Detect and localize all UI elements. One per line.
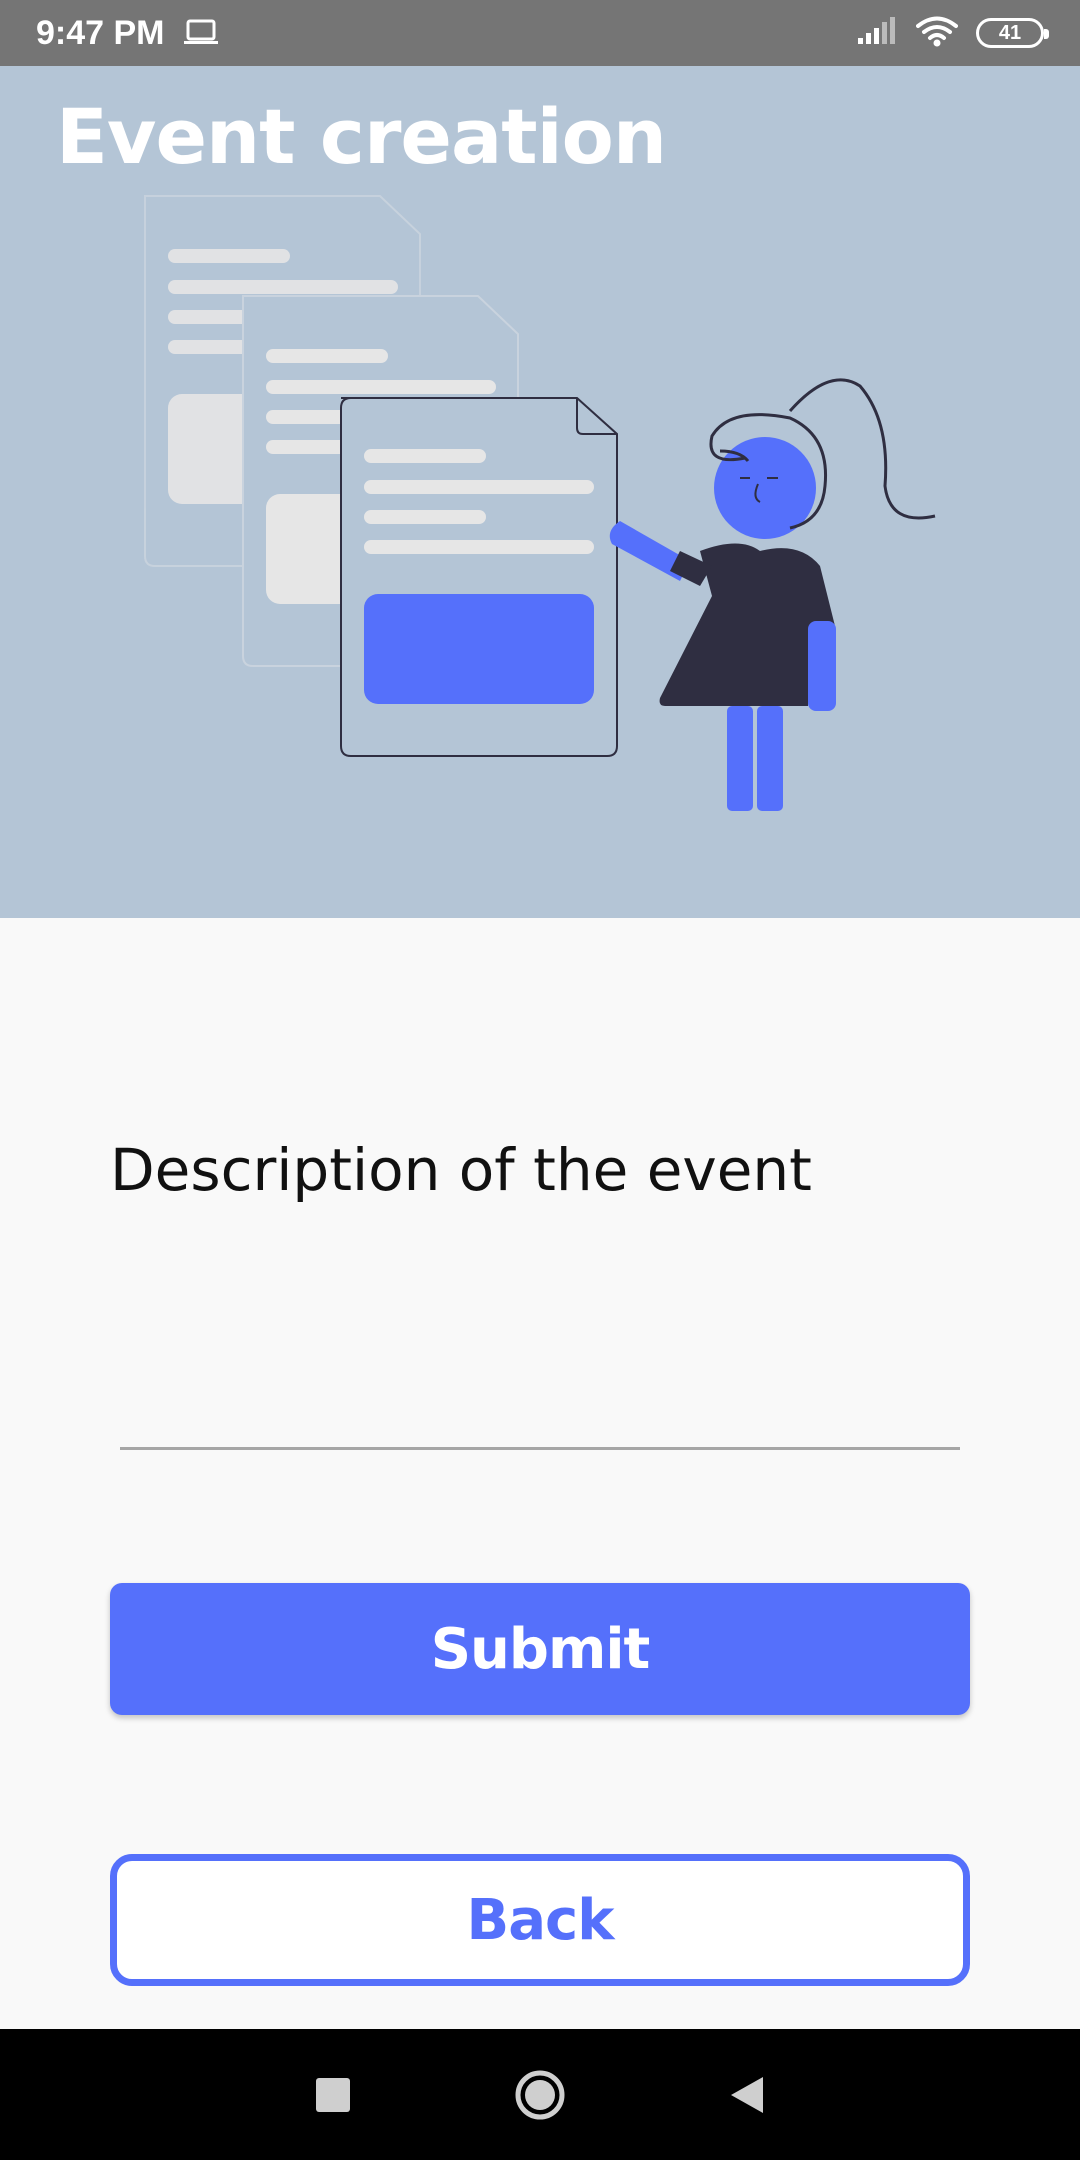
page-title: Event creation (56, 92, 667, 181)
status-time: 9:47 PM (36, 13, 165, 52)
document-front-icon (340, 397, 618, 757)
battery-level: 41 (998, 21, 1022, 44)
back-triangle-icon[interactable] (717, 2065, 777, 2125)
wifi-icon (916, 15, 958, 51)
status-indicators: 41 (856, 15, 1049, 51)
laptop-icon (183, 19, 219, 47)
status-bar: 9:47 PM 41 (0, 0, 1080, 66)
home-circle-icon[interactable] (510, 2065, 570, 2125)
description-input[interactable] (120, 1330, 960, 1450)
recents-square-icon[interactable] (303, 2065, 363, 2125)
system-nav-bar (0, 2029, 1080, 2160)
presentation-illustration (144, 195, 936, 811)
description-label: Description of the event (110, 1136, 812, 1204)
submit-button[interactable]: Submit (110, 1583, 970, 1715)
battery-icon: 41 (976, 18, 1049, 48)
signal-icon (856, 16, 898, 50)
back-button[interactable]: Back (110, 1854, 970, 1986)
header-banner: Event creation (0, 66, 1080, 918)
person-icon (609, 378, 936, 811)
